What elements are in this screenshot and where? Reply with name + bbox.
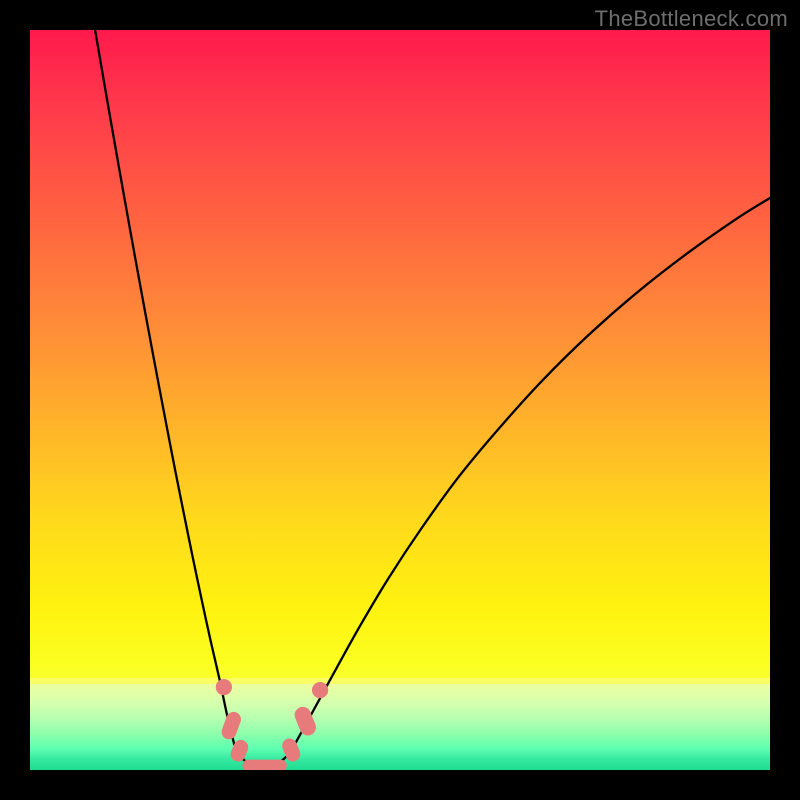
- marker-pill: [242, 760, 286, 770]
- chart-frame: TheBottleneck.com: [0, 0, 800, 800]
- marker-layer: [30, 30, 770, 770]
- marker-pill: [280, 736, 303, 763]
- marker-pill: [220, 710, 244, 741]
- markers-group: [216, 679, 328, 770]
- watermark-text: TheBottleneck.com: [595, 6, 788, 32]
- marker-dot: [216, 679, 232, 695]
- marker-pill: [292, 704, 318, 738]
- plot-area: [30, 30, 770, 770]
- marker-dot: [312, 682, 328, 698]
